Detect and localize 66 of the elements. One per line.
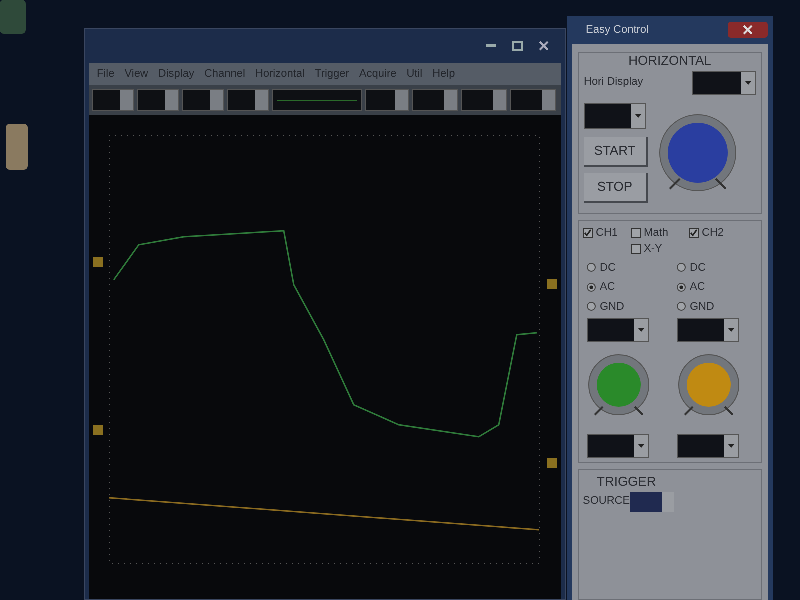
dropdown[interactable] (412, 89, 458, 111)
menu-item[interactable]: Display (158, 66, 194, 82)
menu-item[interactable]: File (97, 66, 115, 82)
menu-item[interactable]: Channel (204, 66, 246, 82)
field-label: SOURCE (583, 494, 630, 510)
checkbox[interactable] (689, 228, 699, 238)
dropdown[interactable] (227, 89, 269, 111)
radio-button[interactable] (587, 263, 596, 272)
dropdown[interactable] (587, 434, 649, 458)
radio-label: AC (690, 280, 706, 295)
maximize-icon[interactable] (512, 41, 523, 51)
dropdown[interactable] (587, 318, 649, 342)
checkbox[interactable] (583, 228, 593, 238)
caret-icon (744, 80, 752, 84)
radio-label: DC (690, 260, 706, 276)
caret-icon (728, 444, 734, 448)
channel-marker[interactable] (547, 458, 557, 468)
menu-item[interactable]: Trigger (314, 66, 350, 82)
caret-icon (638, 328, 644, 332)
dropdown[interactable] (182, 89, 224, 111)
menu-item[interactable]: View (124, 66, 148, 82)
dropdown[interactable] (677, 434, 739, 458)
menu-item[interactable]: Acquire (359, 66, 397, 82)
checkbox[interactable] (631, 244, 641, 254)
checkbox-label: CH1 (596, 226, 618, 240)
channel-marker[interactable] (93, 425, 103, 435)
dropdown[interactable] (584, 102, 646, 128)
dropdown[interactable] (365, 89, 409, 111)
channel-marker[interactable] (93, 257, 103, 267)
radio-button[interactable] (677, 302, 686, 312)
menu-item[interactable]: Util (406, 66, 423, 82)
checkbox[interactable] (631, 228, 641, 238)
dropdown[interactable] (510, 89, 556, 111)
checkbox-label: Math (644, 226, 668, 240)
channel-marker[interactable] (547, 279, 557, 289)
caret-icon (728, 328, 734, 332)
checkbox-label: X-Y (644, 242, 662, 257)
caret-icon (638, 444, 644, 448)
minimize-icon[interactable] (486, 44, 496, 48)
level-indicator[interactable] (272, 89, 362, 111)
caret-icon (634, 114, 642, 118)
radio-label: GND (600, 300, 624, 314)
window-title: Easy Control (585, 22, 649, 38)
radio-button[interactable] (677, 263, 686, 272)
close-icon[interactable] (539, 41, 549, 51)
radio-label: AC (600, 280, 616, 295)
radio-button[interactable] (587, 302, 596, 312)
dropdown[interactable] (677, 318, 739, 342)
control-button[interactable]: START (584, 136, 648, 166)
menu-item[interactable]: Horizontal (255, 66, 305, 82)
radio-label: DC (600, 260, 616, 276)
dropdown[interactable] (692, 70, 756, 94)
radio-button[interactable] (677, 282, 686, 292)
checkbox-label: CH2 (702, 226, 724, 240)
group-heading: HORIZONTAL (628, 52, 712, 70)
menu-item[interactable]: Help (432, 66, 456, 82)
dropdown[interactable] (630, 492, 674, 512)
field-label: Hori Display (584, 75, 644, 90)
dropdown[interactable] (461, 89, 507, 111)
radio-label: GND (690, 300, 714, 314)
dropdown[interactable] (92, 89, 134, 111)
close-icon[interactable] (728, 22, 768, 38)
radio-button[interactable] (587, 282, 596, 292)
group-heading: TRIGGER (596, 473, 658, 491)
control-button[interactable]: STOP (584, 172, 648, 202)
dropdown[interactable] (137, 89, 179, 111)
